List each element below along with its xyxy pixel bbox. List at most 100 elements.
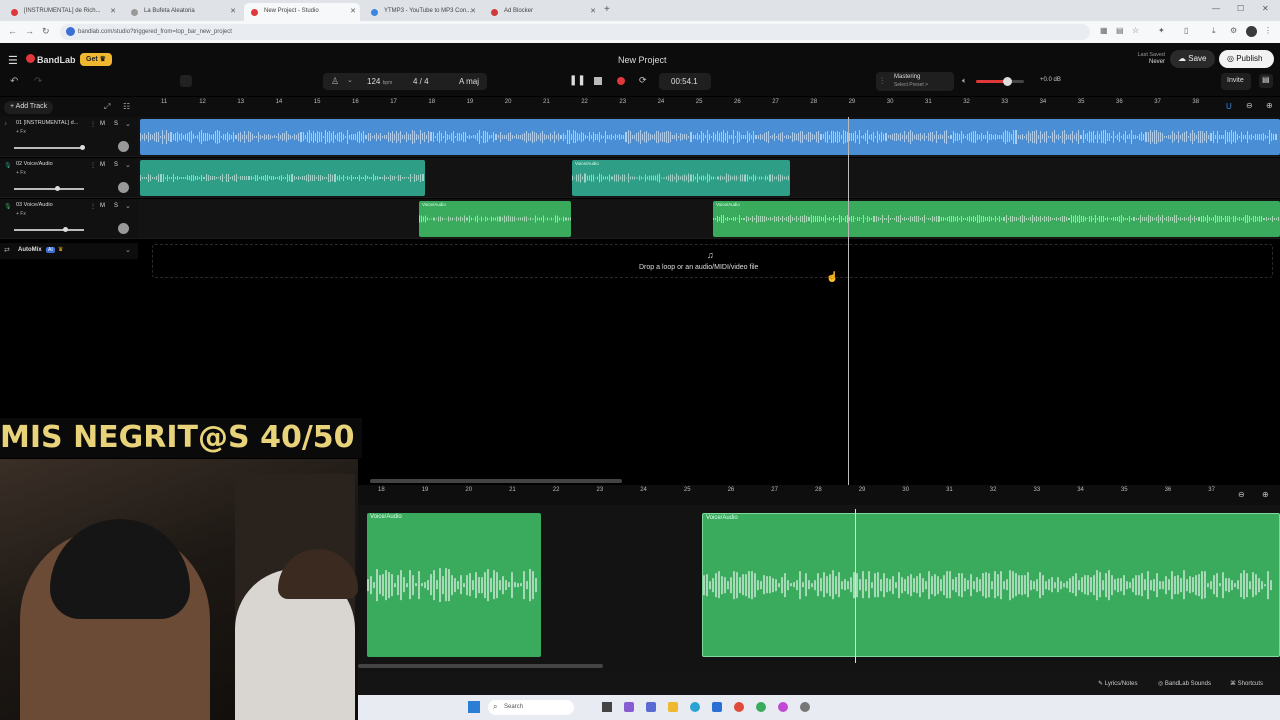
chrome-icon[interactable] xyxy=(734,702,744,712)
mixer-icon[interactable] xyxy=(180,75,192,87)
store-icon[interactable] xyxy=(712,702,722,712)
track-volume-slider[interactable] xyxy=(14,186,84,191)
url-input[interactable]: bandlab.com/studio?triggered_from=top_ba… xyxy=(60,24,1090,40)
volume-knob[interactable] xyxy=(1003,77,1012,86)
master-volume-slider[interactable] xyxy=(976,77,1024,86)
close-window-icon[interactable]: ✕ xyxy=(1262,4,1269,13)
app-icon[interactable] xyxy=(756,702,766,712)
wand-icon[interactable]: ⤢ xyxy=(104,102,110,112)
app-icon[interactable] xyxy=(624,702,634,712)
publish-button[interactable]: ◎ Publish xyxy=(1219,50,1274,68)
more-icon[interactable]: ⋮ xyxy=(90,121,96,128)
editor-scrollbar[interactable] xyxy=(358,664,603,668)
close-icon[interactable]: ✕ xyxy=(470,7,476,15)
pan-knob[interactable] xyxy=(118,223,129,234)
bpm-field[interactable]: 124 bpm xyxy=(367,77,392,86)
editor-lane[interactable]: Voice/Audio Voice/Audio xyxy=(358,505,1280,673)
horizontal-scrollbar[interactable] xyxy=(370,479,622,483)
speaker-icon[interactable]: 🔈︎ xyxy=(962,76,967,86)
automix-row[interactable]: ⇄ AutoMix AI ♛ ⌄ xyxy=(0,243,138,259)
track-header-2[interactable]: 🎙︎ 02 Voice/Audio + Fx M S ⌄ ⋮ xyxy=(0,158,138,198)
key-selector[interactable]: A maj xyxy=(459,77,479,86)
close-icon[interactable]: ✕ xyxy=(350,7,356,15)
more-menu-icon[interactable]: ⋮ xyxy=(1264,26,1272,35)
mastering-button[interactable]: ⫶ Mastering Select Preset > xyxy=(876,72,954,91)
undo-icon[interactable]: ↶ xyxy=(10,76,18,87)
mute-button[interactable]: M xyxy=(100,121,105,127)
zoom-in-icon[interactable]: ⊕ xyxy=(1266,101,1273,110)
add-fx-button[interactable]: + Fx xyxy=(16,170,26,176)
track-name[interactable]: 03 Voice/Audio xyxy=(16,202,88,208)
browser-tab[interactable]: [INSTRUMENTAL] de Rich... ✕ xyxy=(4,3,120,21)
add-fx-button[interactable]: + Fx xyxy=(16,129,26,135)
app-logo[interactable]: BandLab xyxy=(37,55,76,65)
track-name[interactable]: 02 Voice/Audio xyxy=(16,161,88,167)
track-name[interactable]: 01 [INSTRUMENTAL] d... xyxy=(16,120,88,126)
save-button[interactable]: ☁ Save xyxy=(1170,50,1215,68)
avatar[interactable] xyxy=(1246,26,1257,37)
pan-knob[interactable] xyxy=(118,182,129,193)
extension-icon[interactable]: ▦ xyxy=(1100,26,1108,35)
audio-clip[interactable]: Voice/Audio xyxy=(713,201,1280,237)
pause-button[interactable]: ❚❚ xyxy=(569,75,586,86)
app-icon[interactable] xyxy=(646,702,656,712)
zoom-out-icon[interactable]: ⊖ xyxy=(1238,490,1245,499)
mute-button[interactable]: M xyxy=(100,203,105,209)
tracks-settings-icon[interactable]: ☷ xyxy=(123,102,130,111)
folder-icon[interactable] xyxy=(668,702,678,712)
slider-knob[interactable] xyxy=(63,227,68,232)
slider-knob[interactable] xyxy=(80,145,85,150)
puzzle-icon[interactable]: ✦ xyxy=(1158,26,1165,35)
chat-icon[interactable]: ▤ xyxy=(1259,74,1273,88)
audio-clip[interactable]: Voice/Audio xyxy=(419,201,571,237)
track-header-3[interactable]: 🎙︎ 03 Voice/Audio + Fx M S ⌄ ⋮ xyxy=(0,199,138,239)
zoom-out-icon[interactable]: ⊖ xyxy=(1246,101,1253,110)
star-icon[interactable]: ☆ xyxy=(1132,26,1139,35)
new-tab-icon[interactable]: + xyxy=(604,4,610,15)
chevron-down-icon[interactable]: ⌄ xyxy=(125,120,131,128)
close-icon[interactable]: ✕ xyxy=(110,7,116,15)
chevron-down-icon[interactable]: ⌄ xyxy=(125,161,131,169)
download-icon[interactable]: ⤓ xyxy=(1212,26,1216,36)
browser-tab[interactable]: Ad Blocker ✕ xyxy=(484,3,600,21)
track-lane-1[interactable] xyxy=(138,117,1280,157)
settings-icon[interactable] xyxy=(800,702,810,712)
stop-button[interactable] xyxy=(594,77,602,85)
solo-button[interactable]: S xyxy=(114,162,118,168)
back-icon[interactable]: ← xyxy=(8,26,17,36)
drop-zone[interactable]: ♫ Drop a loop or an audio/MIDI/video fil… xyxy=(152,244,1273,278)
shortcuts-button[interactable]: ⌘ Shortcuts xyxy=(1230,680,1263,687)
pan-knob[interactable] xyxy=(118,141,129,152)
app-icon[interactable] xyxy=(778,702,788,712)
track-lane-2[interactable]: Voice/Audio xyxy=(138,158,1280,198)
track-volume-slider[interactable] xyxy=(14,227,84,232)
solo-button[interactable]: S xyxy=(114,203,118,209)
editor-audio-clip[interactable]: Voice/Audio xyxy=(367,513,541,657)
mute-button[interactable]: M xyxy=(100,162,105,168)
track-header-1[interactable]: ♪ 01 [INSTRUMENTAL] d... + Fx M S ⌄ ⋮ xyxy=(0,117,138,157)
project-title[interactable]: New Project xyxy=(618,55,667,65)
close-icon[interactable]: ✕ xyxy=(230,7,236,15)
audio-clip[interactable]: Voice/Audio xyxy=(572,160,790,196)
task-view-icon[interactable] xyxy=(602,702,612,712)
more-icon[interactable]: ⋮ xyxy=(90,162,96,169)
browser-tab[interactable]: YTMP3 - YouTube to MP3 Con... ✕ xyxy=(364,3,480,21)
chevron-down-icon[interactable]: ⌄ xyxy=(347,76,353,84)
track-volume-slider[interactable] xyxy=(14,145,85,150)
more-icon[interactable]: ⋮ xyxy=(90,203,96,210)
loop-icon[interactable]: ⟳ xyxy=(639,75,647,86)
maximize-icon[interactable]: ☐ xyxy=(1237,4,1244,13)
slider-knob[interactable] xyxy=(55,186,60,191)
solo-button[interactable]: S xyxy=(114,121,118,127)
timeline-ruler[interactable]: U ⊖ ⊕ 11 12 13 14 15 16 17 18 19 20 21 22 23 24 25 26 27… xyxy=(140,97,1280,117)
chevron-down-icon[interactable]: ⌄ xyxy=(125,246,131,254)
lyrics-notes-button[interactable]: ✎ Lyrics/Notes xyxy=(1098,680,1138,687)
windows-start-icon[interactable] xyxy=(468,701,480,713)
track-lane-3[interactable]: Voice/Audio Voice/Audio xyxy=(138,199,1280,239)
minimize-icon[interactable]: — xyxy=(1212,4,1220,13)
record-button[interactable] xyxy=(617,77,625,85)
editor-ruler[interactable]: ⊖ ⊕ 18 19 20 21 22 23 24 25 26 27 28 29 30 31 32 33 34 35… xyxy=(358,485,1280,505)
redo-icon[interactable]: ↷ xyxy=(34,76,42,87)
add-track-button[interactable]: + Add Track xyxy=(4,101,54,114)
editor-playhead[interactable] xyxy=(855,509,856,663)
